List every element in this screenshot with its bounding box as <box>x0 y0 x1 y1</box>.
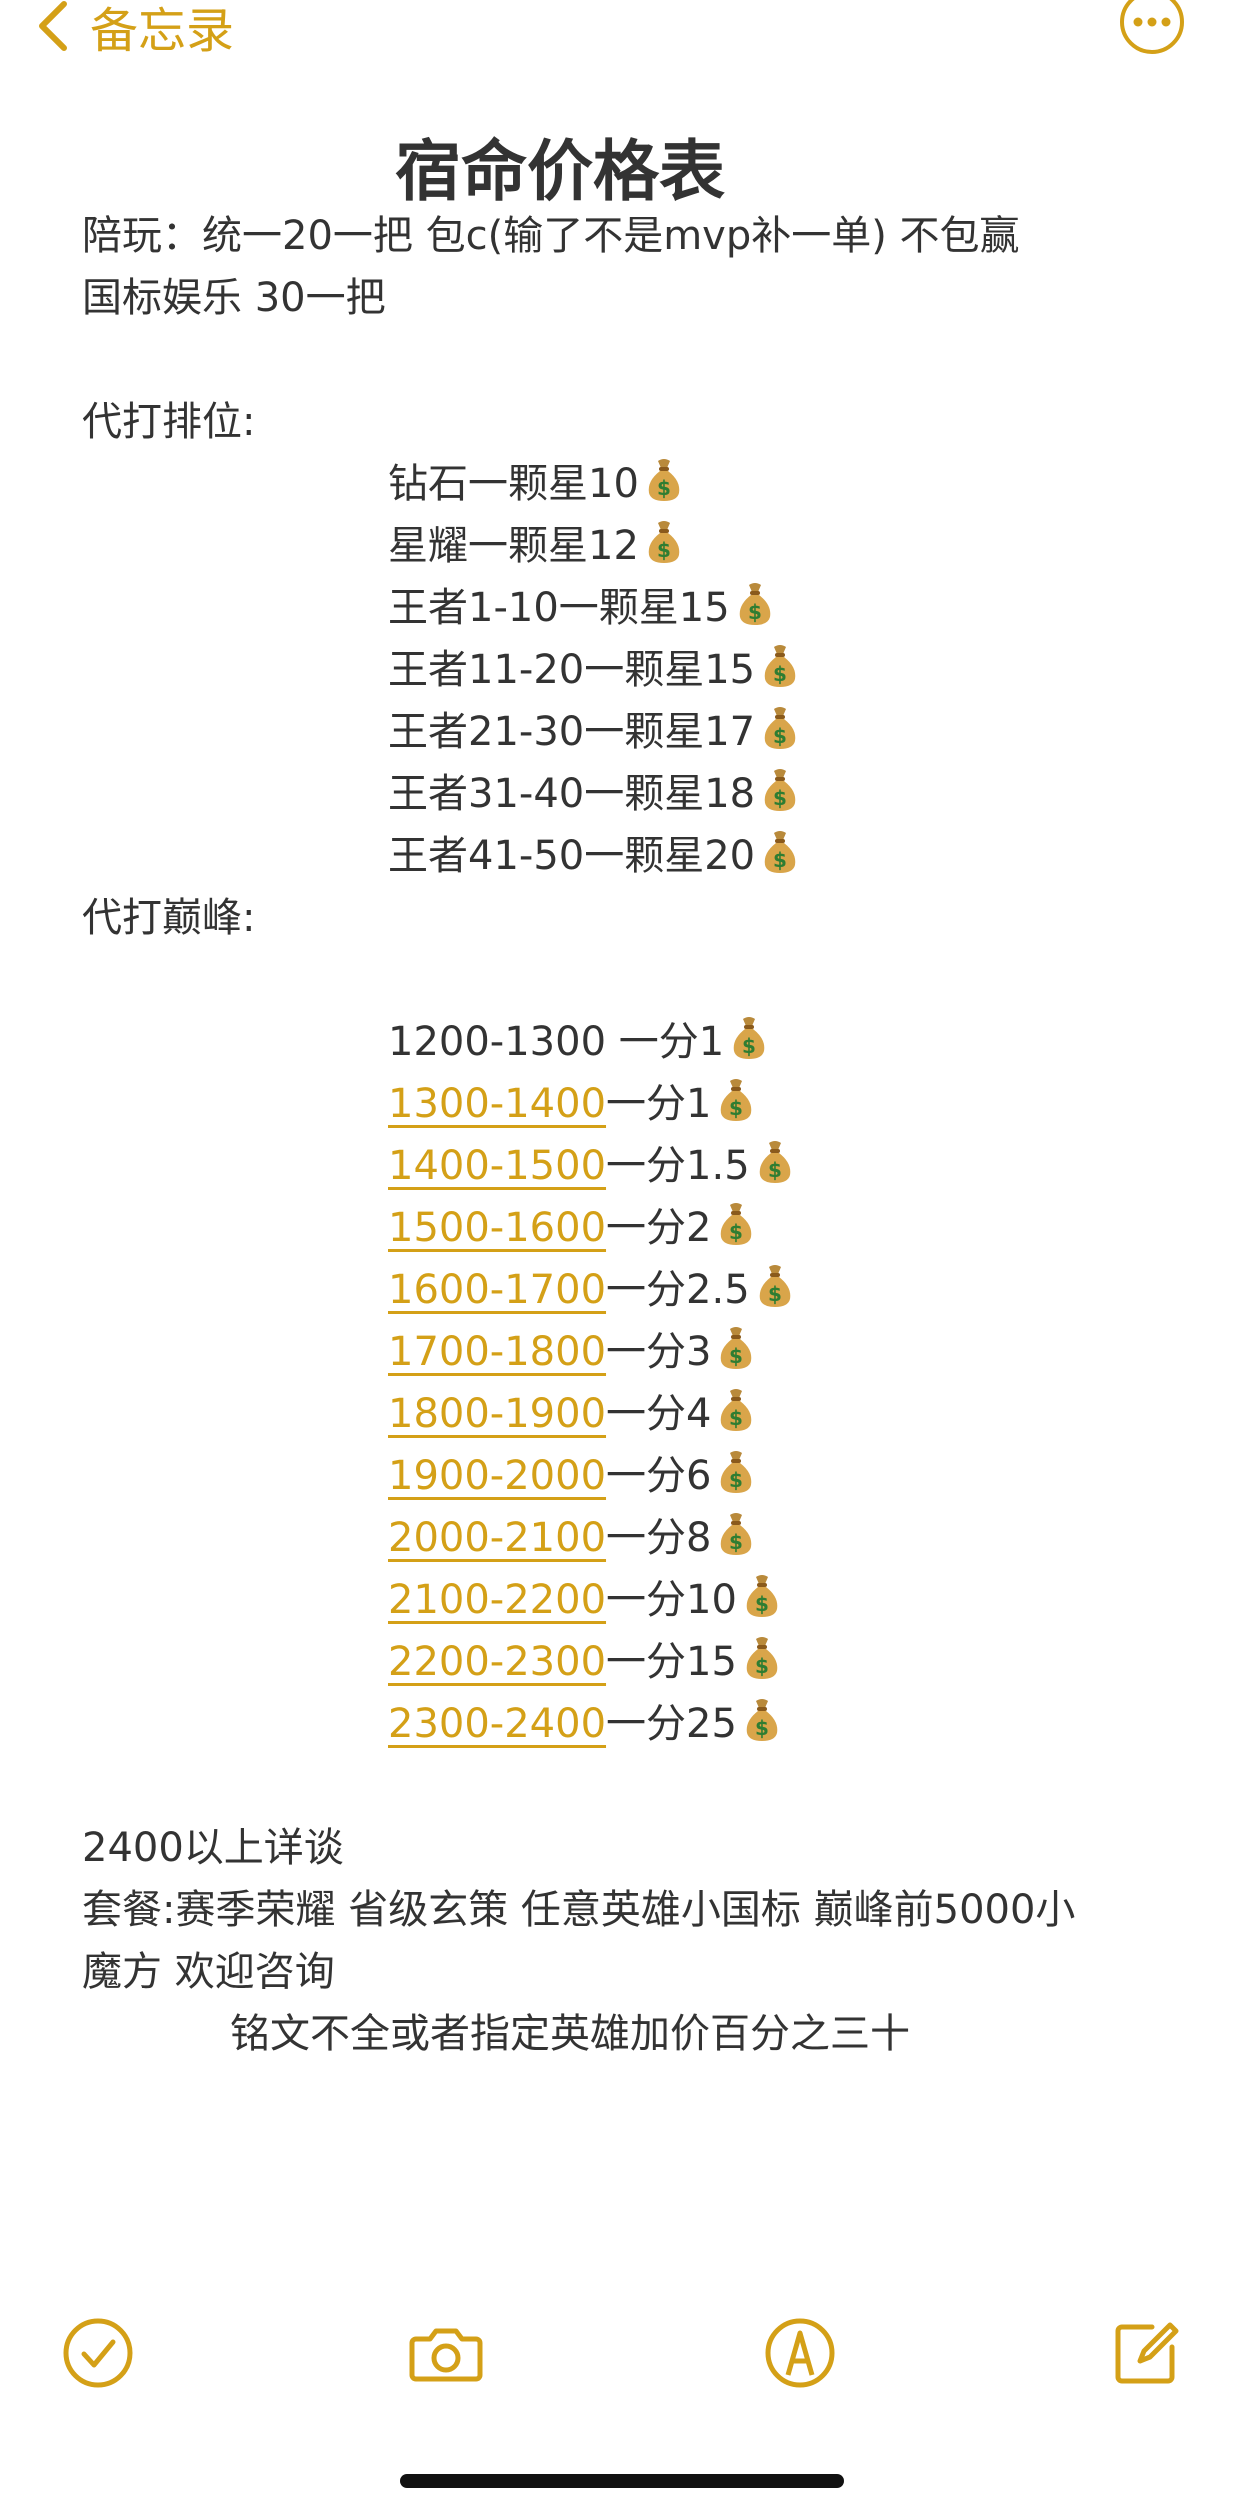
peak-row: 2100-2200一分10 $ <box>388 1570 781 1630</box>
money-bag-icon: $ <box>756 1263 794 1309</box>
chevron-left-icon <box>39 1 67 51</box>
money-bag-icon: $ <box>717 1201 755 1247</box>
money-bag-icon: $ <box>761 767 799 813</box>
peak-range-link[interactable]: 2200-2300 <box>388 1639 606 1685</box>
peak-range-link[interactable]: 1800-1900 <box>388 1391 606 1437</box>
back-button[interactable]: 备忘录 <box>36 0 234 59</box>
peak-row: 2300-2400一分25 $ <box>388 1694 781 1754</box>
navigation-bar: 备忘录 <box>0 0 1242 60</box>
home-indicator[interactable] <box>400 2474 844 2488</box>
ranked-row: 王者31-40一颗星18 $ <box>388 764 799 824</box>
camera-button[interactable] <box>408 2315 484 2391</box>
compose-icon <box>1115 2322 1179 2384</box>
peak-heading: 代打巅峰: <box>82 895 256 941</box>
peak-row: 1800-1900一分4 $ <box>388 1384 755 1444</box>
svg-text:$: $ <box>768 1158 782 1182</box>
money-bag-icon: $ <box>717 1387 755 1433</box>
footer-line: 魔方 欢迎咨询 <box>82 1949 335 1995</box>
peak-range-link[interactable]: 1900-2000 <box>388 1453 606 1499</box>
peak-range-link[interactable]: 2300-2400 <box>388 1701 606 1747</box>
intro-line: 国标娱乐 30一把 <box>82 275 386 321</box>
compose-button[interactable] <box>1108 2315 1184 2391</box>
surcharge-note: 铭文不全或者指定英雄加价百分之三十 <box>230 2011 910 2057</box>
more-options-button[interactable] <box>1120 0 1184 54</box>
ranked-row: 钻石一颗星10 $ <box>388 454 683 514</box>
money-bag-icon: $ <box>645 519 683 565</box>
svg-text:$: $ <box>755 1592 769 1616</box>
ranked-row: 王者1-10一颗星15 $ <box>388 578 774 638</box>
peak-row: 2000-2100一分8 $ <box>388 1508 755 1568</box>
peak-range-link[interactable]: 2000-2100 <box>388 1515 606 1561</box>
svg-text:$: $ <box>768 1282 782 1306</box>
svg-text:$: $ <box>773 662 787 686</box>
money-bag-icon: $ <box>717 1511 755 1557</box>
money-bag-icon: $ <box>761 829 799 875</box>
checklist-icon <box>63 2318 133 2388</box>
money-bag-icon: $ <box>761 643 799 689</box>
peak-range-link[interactable]: 2100-2200 <box>388 1577 606 1623</box>
markup-button[interactable] <box>762 2315 838 2391</box>
peak-range-link[interactable]: 1400-1500 <box>388 1143 606 1189</box>
svg-text:$: $ <box>657 476 671 500</box>
peak-range-link[interactable]: 1300-1400 <box>388 1081 606 1127</box>
money-bag-icon: $ <box>730 1015 768 1061</box>
ellipsis-icon <box>1133 17 1171 27</box>
money-bag-icon: $ <box>736 581 774 627</box>
money-bag-icon: $ <box>743 1635 781 1681</box>
svg-text:$: $ <box>730 1220 744 1244</box>
svg-text:$: $ <box>730 1406 744 1430</box>
svg-text:$: $ <box>773 786 787 810</box>
peak-row: 1600-1700一分2.5 $ <box>388 1260 794 1320</box>
checklist-button[interactable] <box>60 2315 136 2391</box>
peak-range-link[interactable]: 1500-1600 <box>388 1205 606 1251</box>
svg-text:$: $ <box>748 600 762 624</box>
svg-text:$: $ <box>730 1096 744 1120</box>
markup-pen-icon <box>765 2318 835 2388</box>
svg-text:$: $ <box>755 1716 769 1740</box>
peak-row: 1900-2000一分6 $ <box>388 1446 755 1506</box>
svg-text:$: $ <box>730 1530 744 1554</box>
money-bag-icon: $ <box>645 457 683 503</box>
note-title: 宿命价格表 <box>395 133 725 210</box>
money-bag-icon: $ <box>717 1325 755 1371</box>
peak-row: 1700-1800一分3 $ <box>388 1322 755 1382</box>
footer-line: 套餐:赛季荣耀 省级玄策 任意英雄小国标 巅峰前5000小 <box>82 1887 1076 1933</box>
ranked-row: 星耀一颗星12 $ <box>388 516 683 576</box>
money-bag-icon: $ <box>717 1077 755 1123</box>
intro-line: 陪玩：统一20一把 包c(输了不是mvp补一单) 不包赢 <box>82 213 1020 259</box>
peak-row: 1400-1500一分1.5 $ <box>388 1136 794 1196</box>
ranked-heading: 代打排位: <box>82 399 256 445</box>
money-bag-icon: $ <box>717 1449 755 1495</box>
money-bag-icon: $ <box>743 1573 781 1619</box>
peak-row: 2200-2300一分15 $ <box>388 1632 781 1692</box>
peak-range-link[interactable]: 1700-1800 <box>388 1329 606 1375</box>
camera-icon <box>409 2328 483 2382</box>
back-button-label: 备忘录 <box>90 3 235 59</box>
ranked-row: 王者11-20一颗星15 $ <box>388 640 799 700</box>
svg-text:$: $ <box>657 538 671 562</box>
svg-text:$: $ <box>730 1468 744 1492</box>
footer-line: 2400以上详谈 <box>82 1825 344 1871</box>
money-bag-icon: $ <box>761 705 799 751</box>
ranked-row: 王者21-30一颗星17 $ <box>388 702 799 762</box>
peak-row: 1200-1300 一分1 $ <box>388 1012 768 1072</box>
svg-text:$: $ <box>730 1344 744 1368</box>
money-bag-icon: $ <box>756 1139 794 1185</box>
svg-text:$: $ <box>773 848 787 872</box>
svg-text:$: $ <box>742 1034 756 1058</box>
peak-row: 1500-1600一分2 $ <box>388 1198 755 1258</box>
money-bag-icon: $ <box>743 1697 781 1743</box>
svg-text:$: $ <box>773 724 787 748</box>
peak-range-link[interactable]: 1600-1700 <box>388 1267 606 1313</box>
ranked-row: 王者41-50一颗星20 $ <box>388 826 799 886</box>
peak-row: 1300-1400一分1 $ <box>388 1074 755 1134</box>
svg-text:$: $ <box>755 1654 769 1678</box>
